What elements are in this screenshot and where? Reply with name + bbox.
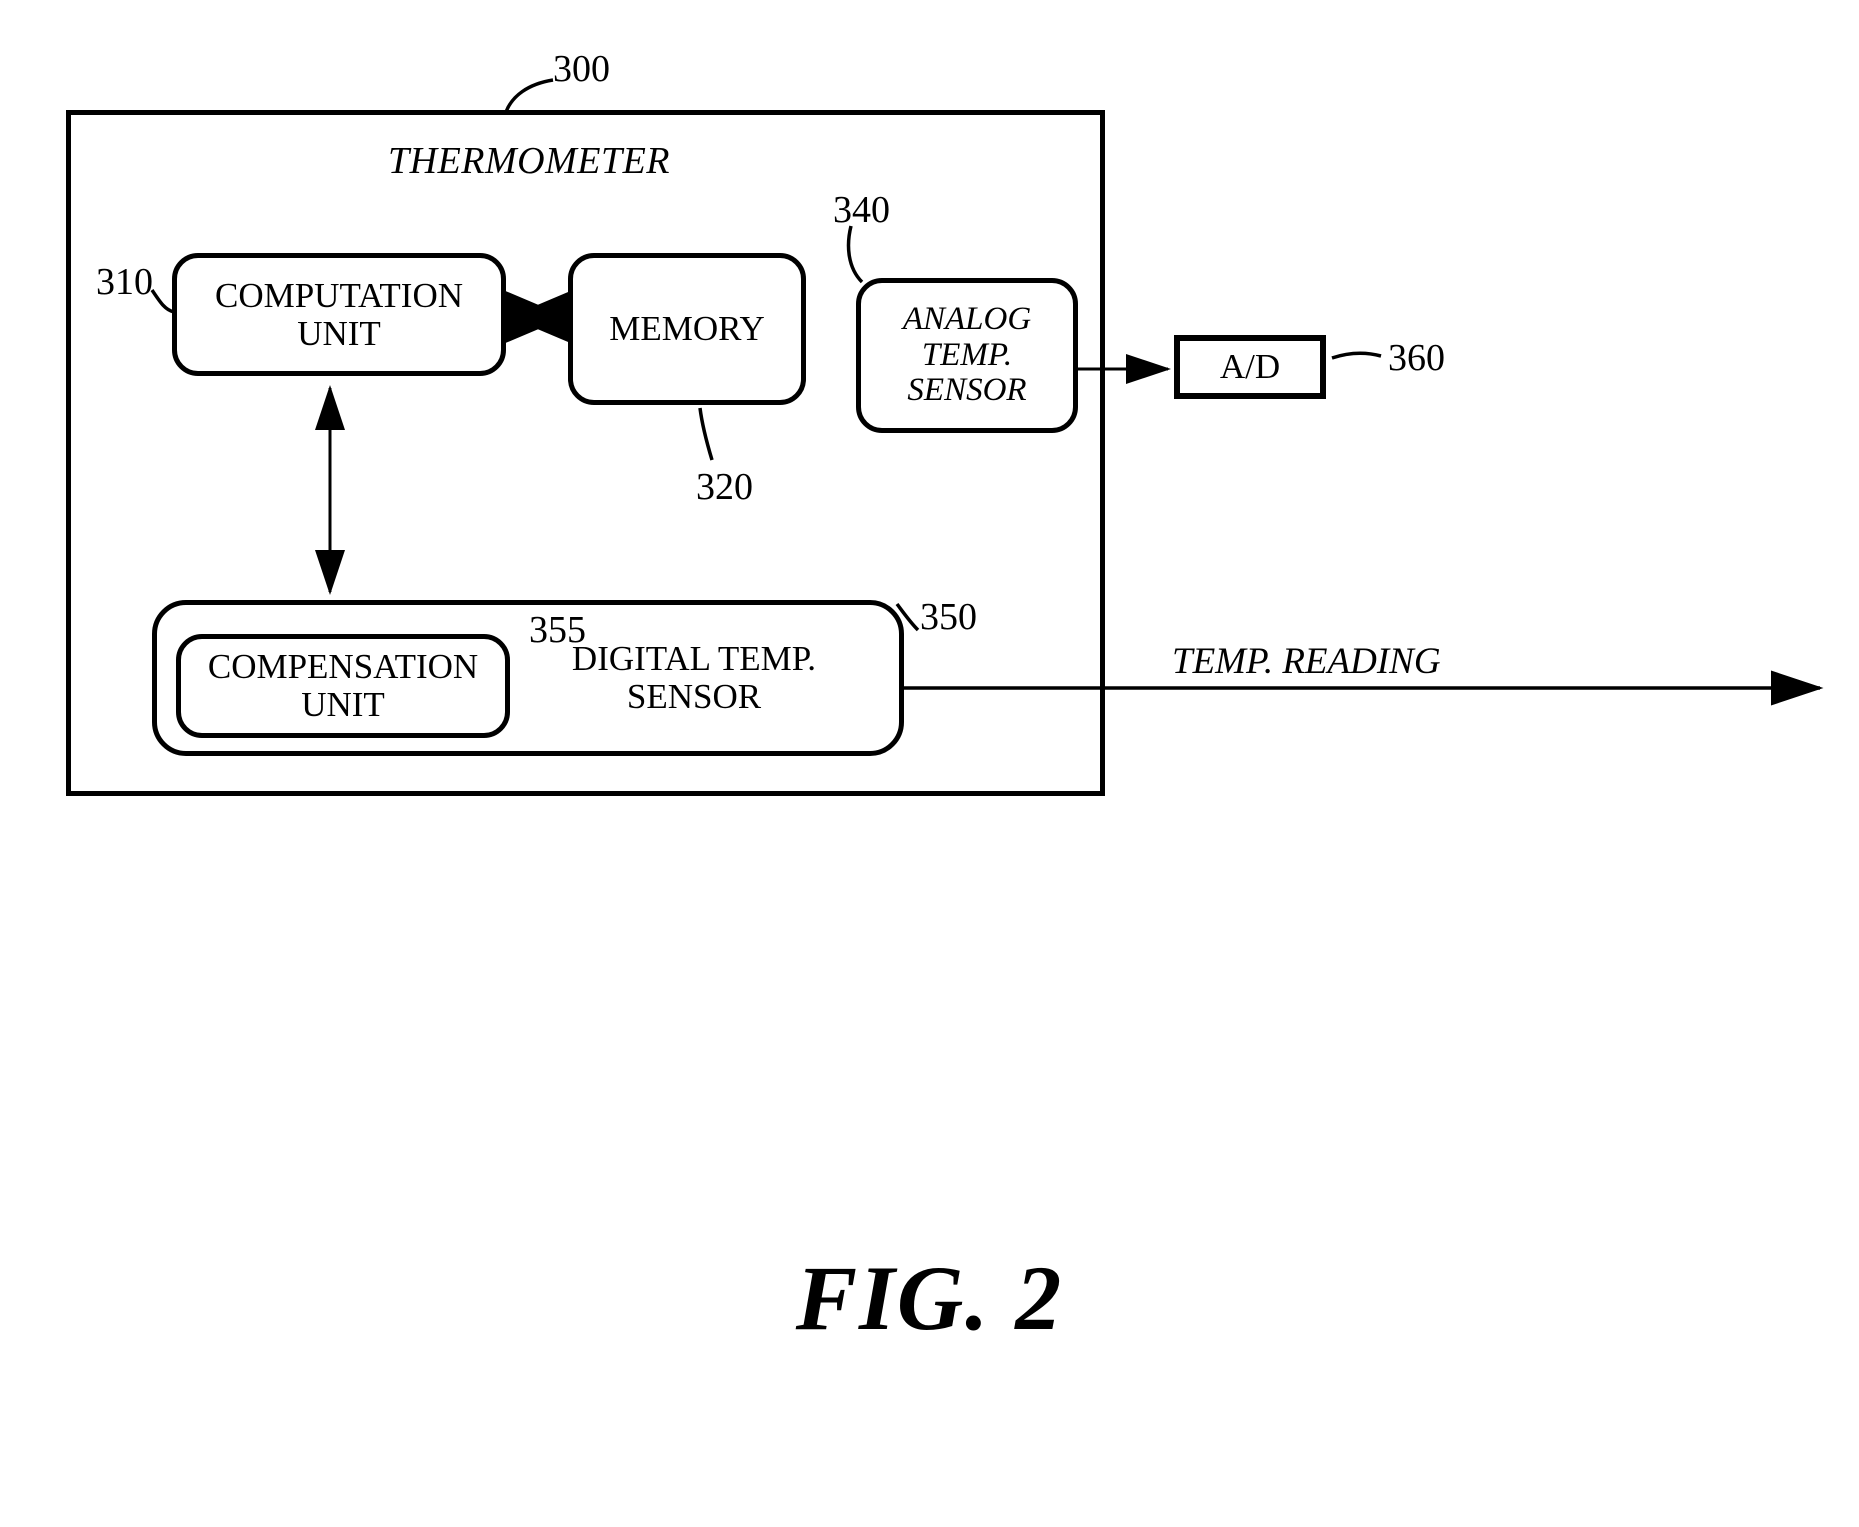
block-analog-temp-sensor[interactable]: ANALOG TEMP. SENSOR [856,278,1078,433]
block-ad-converter[interactable]: A/D [1174,335,1326,399]
analog-sensor-label-line3: SENSOR [907,372,1027,409]
ref-numeral-310: 310 [96,261,153,303]
compensation-unit-label-line1: COMPENSATION [207,647,479,687]
block-compensation-unit[interactable]: COMPENSATION UNIT [176,634,510,738]
ref-numeral-350: 350 [920,596,977,638]
figure-caption: FIG. 2 [795,1247,1064,1349]
temp-reading-output-label: TEMP. READING [1172,641,1441,682]
ref-numeral-355: 355 [529,609,586,651]
computation-unit-label-line2: UNIT [297,313,381,353]
ad-converter-label: A/D [1219,347,1281,386]
digital-sensor-label-line1: DIGITAL TEMP. [571,639,817,679]
system-title: THERMOMETER [388,140,671,182]
block-memory[interactable]: MEMORY [568,253,806,405]
analog-sensor-label-line2: TEMP. [921,336,1013,373]
block-computation-unit[interactable]: COMPUTATION UNIT [172,253,506,376]
memory-label: MEMORY [609,309,765,349]
patent-figure-page: THERMOMETER COMPUTATION UNIT MEMORY ANAL… [0,0,1859,1527]
ref-numeral-320: 320 [696,466,753,508]
compensation-unit-label-line2: UNIT [301,685,385,724]
ref-numeral-300: 300 [553,48,610,90]
analog-sensor-label-line1: ANALOG [902,301,1032,338]
ref-numeral-340: 340 [833,189,890,231]
digital-sensor-label-line2: SENSOR [626,677,762,716]
computation-unit-label-line1: COMPUTATION [214,275,464,315]
ref-numeral-360: 360 [1388,337,1445,379]
